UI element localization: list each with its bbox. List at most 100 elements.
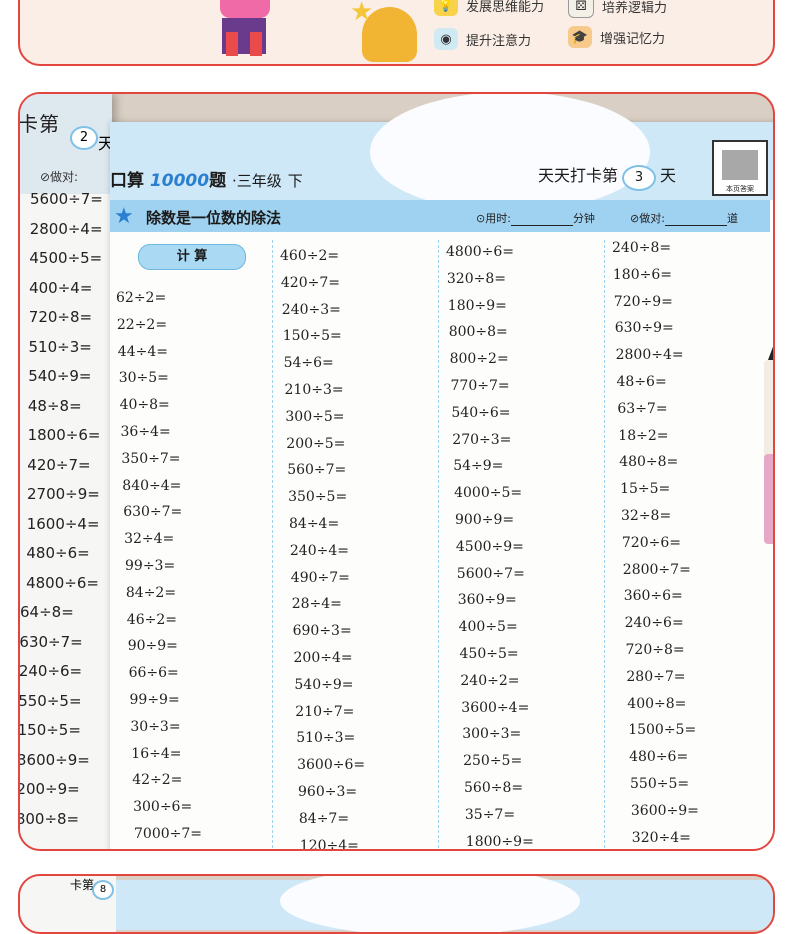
column-divider <box>272 240 273 849</box>
problem-item: 960÷3= <box>298 784 358 800</box>
left-problem-item: 540÷9= <box>28 367 92 385</box>
left-page-done-label: ⊘做对: <box>40 170 79 184</box>
problem-item: 510÷3= <box>296 730 356 747</box>
section-label-calculation: 计 算 <box>138 244 246 270</box>
left-problem-item: 4500÷5= <box>29 249 103 267</box>
problem-item: 36÷4= <box>120 424 171 440</box>
skill-memory: 🎓 增强记忆力 <box>568 26 665 48</box>
problem-item: 300÷3= <box>462 726 522 743</box>
worksheet-photo-card: 卡第 2 天 ⊘做对: 5600÷7= 2800÷4= 4500÷5= 400÷4= 7… <box>18 92 775 851</box>
left-problem-item: 48÷8= <box>27 396 82 415</box>
problem-item: 800÷2= <box>449 351 509 368</box>
bottom-day-badge: 8 <box>92 880 114 900</box>
problem-item: 54÷9= <box>453 458 504 475</box>
problem-item: 770÷7= <box>450 378 510 394</box>
problem-item: 2800÷7= <box>622 561 691 578</box>
problem-item: 3600÷6= <box>297 757 366 774</box>
problem-item: 420÷7= <box>280 274 340 291</box>
left-problem-item: 720÷8= <box>28 308 93 326</box>
left-problem-item: 5600÷7= <box>30 190 103 208</box>
problem-item: 4000÷5= <box>454 485 523 502</box>
graduation-cap-icon: 🎓 <box>568 26 592 48</box>
problem-item: 5600÷7= <box>456 565 525 582</box>
topic-bar: ★ 除数是一位数的除法 ⊙用时: 分钟 ⊘做对: 道 <box>110 200 770 232</box>
problem-item: 240÷6= <box>624 615 684 632</box>
problem-item: 480÷6= <box>629 749 689 766</box>
skill-label: 培养逻辑力 <box>602 0 668 16</box>
qr-caption: 本页答案 <box>726 185 754 193</box>
problem-item: 99÷9= <box>129 692 180 708</box>
problem-item: 320÷4= <box>631 829 691 846</box>
problem-item: 720÷6= <box>621 534 681 551</box>
problem-item: 630÷7= <box>123 504 183 521</box>
problem-item: 540÷6= <box>451 404 511 421</box>
problem-item: 300÷6= <box>133 799 193 816</box>
problem-item: 210÷7= <box>295 703 355 720</box>
left-problem-item: 64÷8= <box>20 603 74 621</box>
pencil-illustration <box>760 344 773 544</box>
cartoon-girl-illustration <box>210 0 280 62</box>
skill-label: 提升注意力 <box>466 33 532 49</box>
time-label: ⊙用时: <box>476 212 511 225</box>
problem-item: 720÷8= <box>625 642 685 658</box>
problem-item: 900÷9= <box>455 512 515 528</box>
problem-item: 44÷4= <box>117 343 168 360</box>
right-worksheet-page: 口算 10000题 ·三年级 下 天天打卡第 3 天 本页答案 ★ 除数是一位数的除… <box>110 94 773 851</box>
left-worksheet-page: 卡第 2 天 ⊘做对: 5600÷7= 2800÷4= 4500÷5= 400÷4= 7… <box>18 94 114 849</box>
problem-item: 40÷8= <box>119 397 170 414</box>
problem-item: 300÷5= <box>285 408 345 425</box>
left-page-day-badge: 2 <box>70 126 98 150</box>
problem-item: 66÷6= <box>128 665 179 682</box>
problem-item: 350÷5= <box>288 489 348 506</box>
problem-item: 4500÷9= <box>455 538 524 555</box>
problem-item: 2800÷4= <box>615 347 684 364</box>
problem-item: 18÷2= <box>618 427 669 444</box>
problem-item: 630÷9= <box>614 320 674 337</box>
problem-item: 350÷7= <box>121 450 181 467</box>
problem-item: 360÷6= <box>623 588 683 605</box>
problem-item: 4800÷6= <box>446 244 514 260</box>
problem-item: 54÷6= <box>283 355 334 372</box>
problem-item: 1500÷5= <box>628 722 697 739</box>
left-problem-item: 240÷6= <box>18 662 83 680</box>
problem-item: 30÷5= <box>118 370 169 387</box>
left-problem-item: 150÷5= <box>18 721 81 739</box>
book-title-number: 10000 <box>149 171 210 191</box>
problem-item: 84÷4= <box>289 516 340 532</box>
problem-item: 32÷8= <box>621 508 672 524</box>
skill-label: 发展思维能力 <box>466 0 545 15</box>
problem-item: 490÷7= <box>290 569 350 586</box>
problem-item: 270÷3= <box>452 431 512 448</box>
problem-item: 560÷8= <box>464 780 524 796</box>
problem-item: 690÷3= <box>292 623 352 640</box>
left-problem-item: 510÷3= <box>28 337 92 356</box>
problem-item: 200÷5= <box>286 435 346 452</box>
star-icon: ★ <box>114 204 134 229</box>
column-divider <box>604 240 605 849</box>
problem-item: 28÷4= <box>291 596 342 613</box>
problem-item: 35÷7= <box>464 806 516 823</box>
checkin-label: 天天打卡第 <box>538 166 619 185</box>
problem-item: 62÷2= <box>116 290 167 306</box>
problem-item: 84÷7= <box>298 810 350 827</box>
left-page-title: 卡第 <box>18 112 60 136</box>
column-divider <box>438 240 439 849</box>
problem-item: 32÷4= <box>124 531 175 548</box>
problem-item: 200÷4= <box>293 650 353 666</box>
left-problem-item: 3600÷9= <box>18 750 90 769</box>
term-label: 下 <box>287 172 303 190</box>
book-title-prefix: 口算 <box>110 171 144 191</box>
problem-item: 240÷8= <box>612 240 672 256</box>
problem-item: 840÷4= <box>122 477 182 494</box>
problem-item: 63÷7= <box>617 400 668 417</box>
left-problem-item: 4800÷6= <box>26 573 99 592</box>
problem-item: 48÷6= <box>616 374 667 390</box>
problem-item: 560÷7= <box>287 462 347 479</box>
problem-item: 84÷2= <box>125 584 177 601</box>
skill-thinking: 💡 发展思维能力 <box>434 0 544 16</box>
problem-item: 280÷7= <box>626 668 686 685</box>
problem-item: 15÷5= <box>620 481 671 498</box>
problem-item: 120÷4= <box>299 837 359 851</box>
problem-item: 22÷2= <box>116 316 168 333</box>
problem-item: 7000÷7= <box>134 826 202 842</box>
